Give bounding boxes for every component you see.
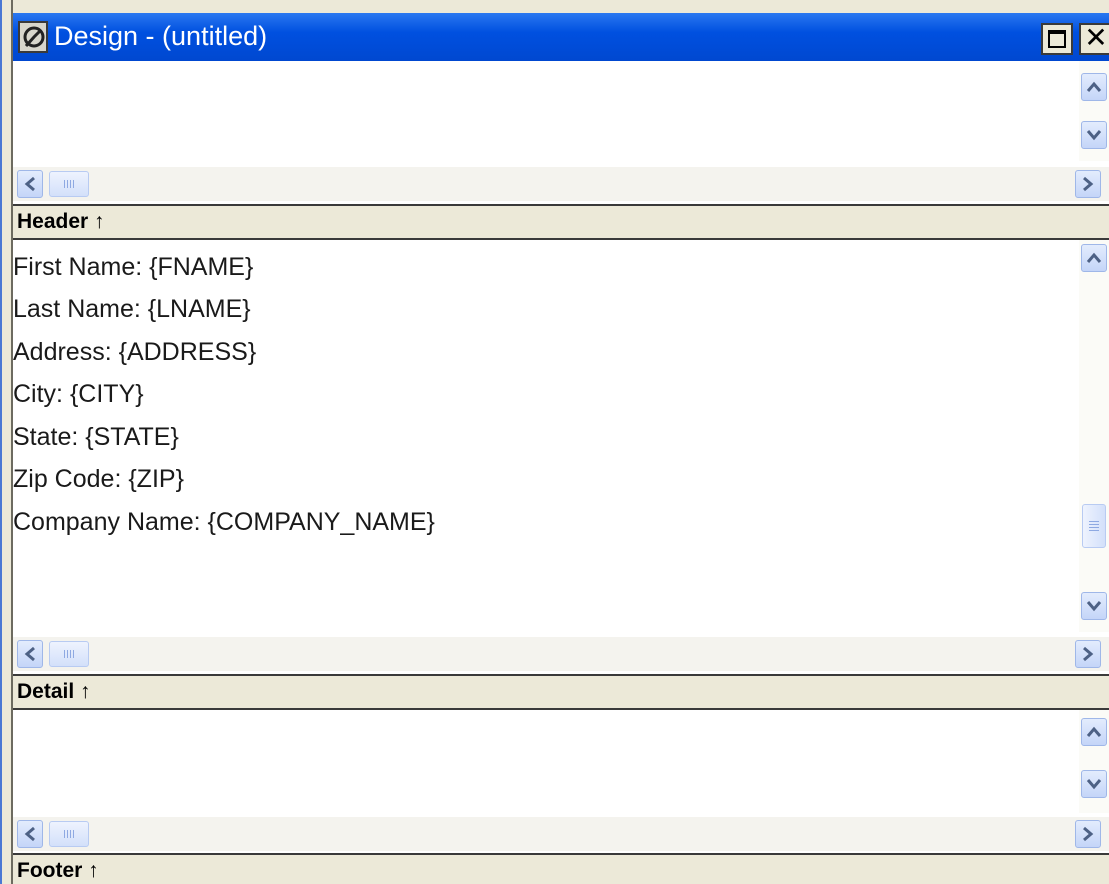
scroll-left-button[interactable] xyxy=(17,170,43,198)
chevron-up-icon xyxy=(1086,81,1102,92)
scroll-left-button[interactable] xyxy=(17,640,43,668)
detail-horizontal-scrollbar[interactable] xyxy=(13,817,1109,851)
field-first-name[interactable]: First Name: {FNAME} xyxy=(13,252,253,282)
section-header-pane[interactable]: First Name: {FNAME} Last Name: {LNAME} A… xyxy=(13,240,1109,632)
window-left-edge xyxy=(0,0,13,884)
scroll-up-button[interactable] xyxy=(1081,73,1107,101)
detail-vertical-scrollbar[interactable] xyxy=(1079,710,1109,813)
close-button[interactable]: ✕ xyxy=(1079,23,1109,55)
section-detail-pane[interactable] xyxy=(13,710,1109,813)
scroll-up-button[interactable] xyxy=(1081,718,1107,746)
chevron-right-icon xyxy=(1083,176,1094,192)
chevron-up-icon xyxy=(1086,726,1102,737)
band-detail[interactable]: Detail ↑ xyxy=(13,674,1109,710)
field-zip-code[interactable]: Zip Code: {ZIP} xyxy=(13,464,184,494)
scroll-down-button[interactable] xyxy=(1081,592,1107,620)
vertical-scroll-thumb[interactable] xyxy=(1082,504,1106,548)
chevron-left-icon xyxy=(24,826,35,842)
field-address[interactable]: Address: {ADDRESS} xyxy=(13,337,256,367)
field-company-name[interactable]: Company Name: {COMPANY_NAME} xyxy=(13,507,435,537)
chevron-down-icon xyxy=(1086,130,1102,141)
chevron-left-icon xyxy=(24,646,35,662)
design-window: Design - (untitled) ✕ Header ↑ First Nam… xyxy=(0,0,1109,884)
chevron-down-icon xyxy=(1086,779,1102,790)
window-title: Design - (untitled) xyxy=(54,21,268,51)
field-last-name[interactable]: Last Name: {LNAME} xyxy=(13,294,251,324)
scroll-down-button[interactable] xyxy=(1081,121,1107,149)
maximize-button[interactable] xyxy=(1041,23,1073,55)
window-top-edge xyxy=(0,0,1109,13)
top-vertical-scrollbar[interactable] xyxy=(1079,61,1109,161)
band-footer[interactable]: Footer ↑ xyxy=(13,853,1109,884)
close-icon: ✕ xyxy=(1084,21,1108,54)
maximize-icon xyxy=(1048,30,1066,48)
chevron-down-icon xyxy=(1086,601,1102,612)
band-label-footer: Footer ↑ xyxy=(17,859,99,882)
header-horizontal-scrollbar[interactable] xyxy=(13,637,1109,671)
horizontal-scroll-thumb[interactable] xyxy=(49,171,89,197)
field-city[interactable]: City: {CITY} xyxy=(13,379,144,409)
scroll-up-button[interactable] xyxy=(1081,244,1107,272)
band-label-header: Header ↑ xyxy=(17,210,105,233)
horizontal-scroll-thumb[interactable] xyxy=(49,641,89,667)
scroll-right-button[interactable] xyxy=(1075,640,1101,668)
chevron-right-icon xyxy=(1083,826,1094,842)
section-top-pane[interactable] xyxy=(13,61,1109,161)
horizontal-scroll-thumb[interactable] xyxy=(49,821,89,847)
band-header[interactable]: Header ↑ xyxy=(13,204,1109,240)
scroll-right-button[interactable] xyxy=(1075,820,1101,848)
scroll-left-button[interactable] xyxy=(17,820,43,848)
field-state[interactable]: State: {STATE} xyxy=(13,422,179,452)
app-logo-icon[interactable] xyxy=(18,21,48,53)
chevron-right-icon xyxy=(1083,646,1094,662)
scroll-right-button[interactable] xyxy=(1075,170,1101,198)
band-label-detail: Detail ↑ xyxy=(17,680,91,703)
header-vertical-scrollbar[interactable] xyxy=(1079,240,1109,632)
scroll-down-button[interactable] xyxy=(1081,770,1107,798)
chevron-up-icon xyxy=(1086,252,1102,263)
top-horizontal-scrollbar[interactable] xyxy=(13,167,1109,201)
chevron-left-icon xyxy=(24,176,35,192)
